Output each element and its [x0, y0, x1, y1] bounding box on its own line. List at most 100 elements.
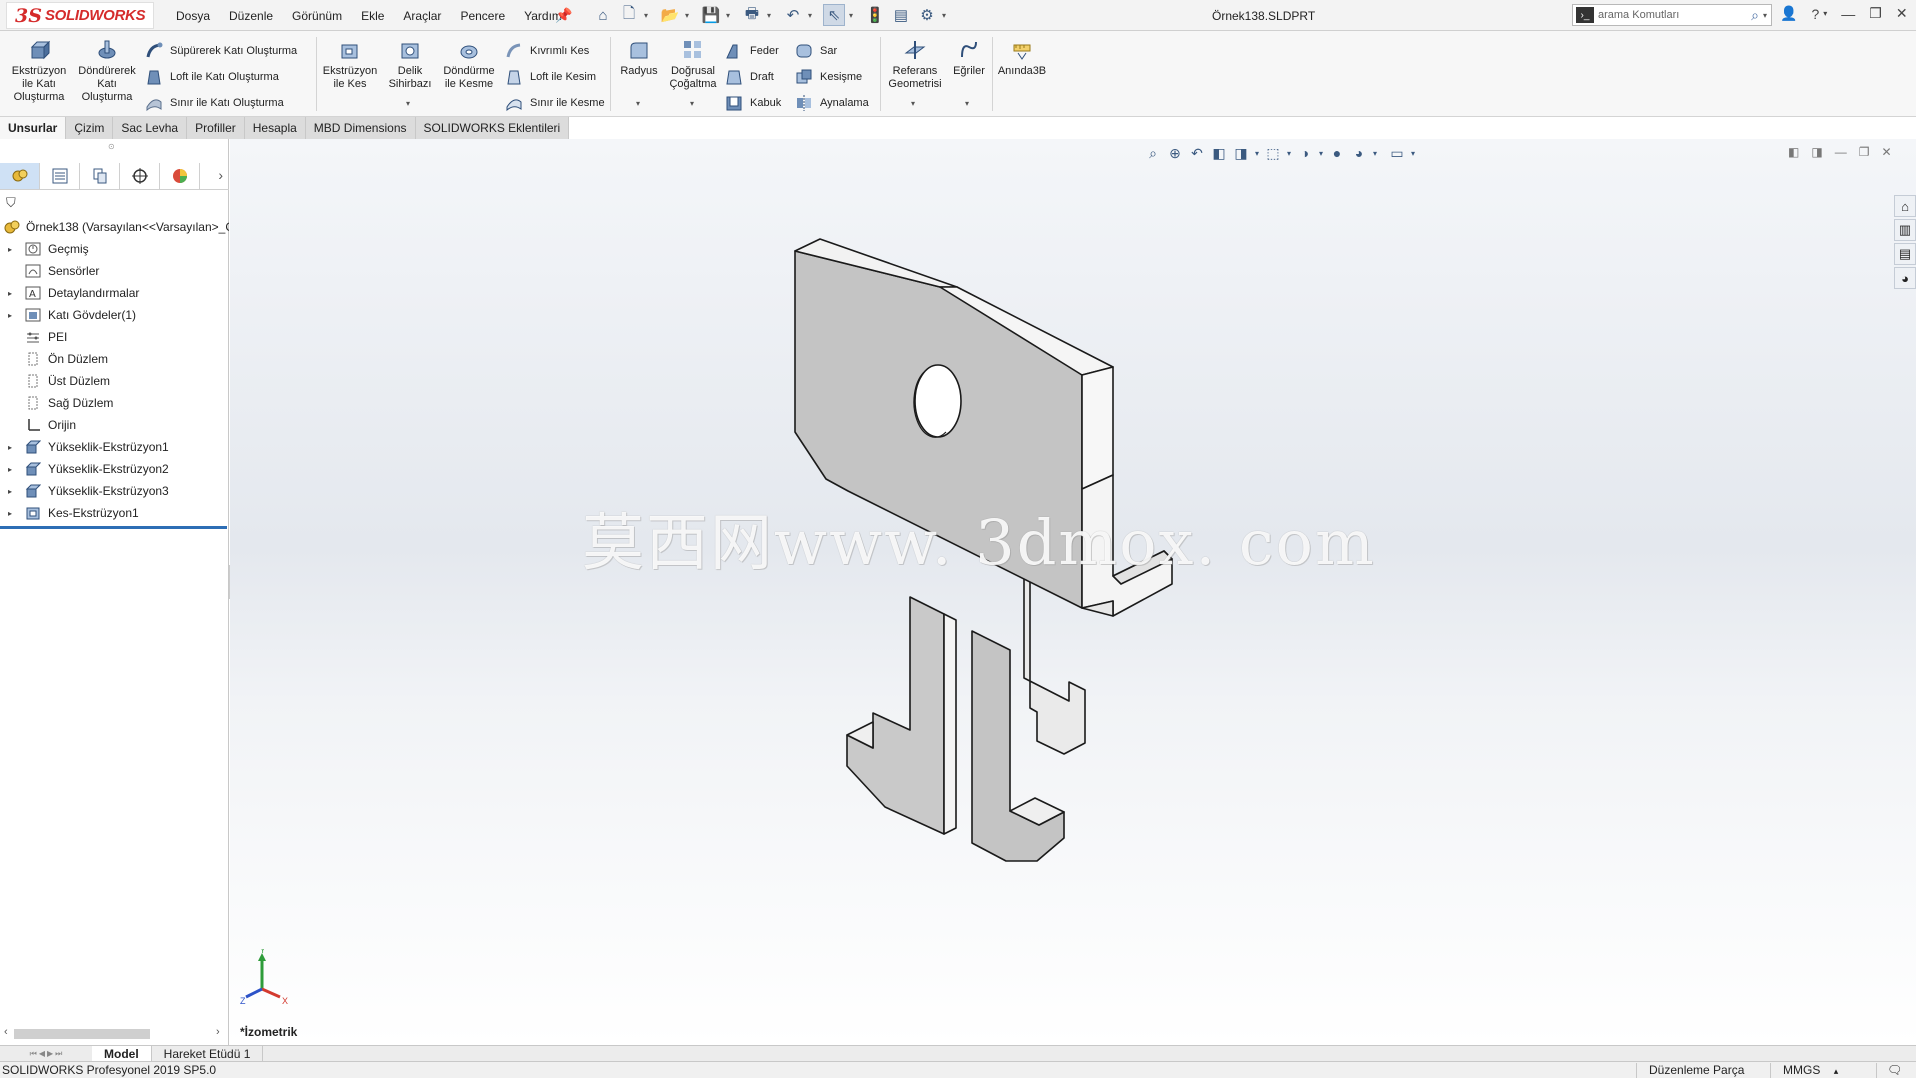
- menu-edit[interactable]: Düzenle: [229, 9, 273, 23]
- print-icon[interactable]: 🖶: [741, 4, 763, 26]
- extrude-boss-button[interactable]: Ekstrüzyon ile Katı Oluşturma: [6, 31, 72, 104]
- swept-boss-button[interactable]: Süpürerek Katı Oluşturma: [144, 40, 297, 62]
- part-model-3d[interactable]: [230, 139, 1916, 1045]
- undo-icon[interactable]: ↶: [782, 4, 804, 26]
- help-dropdown-icon[interactable]: ▾: [1823, 9, 1827, 18]
- next-tab-icon[interactable]: ▶: [47, 1049, 53, 1059]
- tab-evaluate[interactable]: Hesapla: [244, 117, 306, 139]
- tab-model[interactable]: Model: [92, 1045, 152, 1062]
- tree-item-sensors[interactable]: Sensörler: [0, 260, 229, 282]
- swept-cut-button[interactable]: Kıvrımlı Kes: [504, 40, 589, 62]
- panel-horizontal-scrollbar[interactable]: ‹ ›: [0, 1025, 229, 1043]
- tab-sheet-metal[interactable]: Sac Levha: [113, 117, 188, 139]
- curves-dropdown-icon[interactable]: ▾: [965, 99, 969, 108]
- tree-item-origin[interactable]: Orijin: [0, 414, 229, 436]
- menu-file[interactable]: Dosya: [176, 9, 210, 23]
- fillet-dropdown-icon[interactable]: ▾: [636, 99, 640, 108]
- select-cursor-icon[interactable]: ⇖: [823, 4, 845, 26]
- draft-button[interactable]: Draft: [724, 66, 774, 88]
- boundary-cut-button[interactable]: Sınır ile Kesme: [504, 92, 605, 114]
- tree-item-top-plane[interactable]: Üst Düzlem: [0, 370, 229, 392]
- mirror-button[interactable]: Aynalama: [794, 92, 869, 114]
- revolve-cut-button[interactable]: Döndürme ile Kesme: [440, 31, 498, 91]
- reference-geometry-dropdown-icon[interactable]: ▾: [911, 99, 915, 108]
- reference-geometry-button[interactable]: Referans Geometrisi: [884, 31, 946, 91]
- expand-arrow-icon[interactable]: ▸: [4, 509, 16, 518]
- display-manager-tab-icon[interactable]: [160, 162, 200, 189]
- loft-boss-button[interactable]: Loft ile Katı Oluşturma: [144, 66, 279, 88]
- extrude-cut-button[interactable]: Ekstrüzyon ile Kes: [320, 31, 380, 91]
- loft-cut-button[interactable]: Loft ile Kesim: [504, 66, 596, 88]
- expand-arrow-icon[interactable]: ▸: [4, 487, 16, 496]
- new-dropdown-icon[interactable]: ▾: [644, 11, 653, 20]
- menu-window[interactable]: Pencere: [460, 9, 505, 23]
- options-dropdown-icon[interactable]: ▾: [942, 11, 951, 20]
- property-manager-tab-icon[interactable]: [40, 162, 80, 189]
- tree-item-boss-extrude2[interactable]: ▸ Yükseklik-Ekstrüzyon2: [0, 458, 229, 480]
- help-icon[interactable]: ?: [1811, 6, 1819, 22]
- scroll-left-icon[interactable]: ‹: [4, 1026, 8, 1038]
- rollback-bar[interactable]: [0, 526, 227, 529]
- tree-root-part[interactable]: Örnek138 (Varsayılan<<Varsayılan>_G: [0, 216, 229, 238]
- hole-wizard-button[interactable]: Delik Sihirbazı: [382, 31, 438, 91]
- tree-item-right-plane[interactable]: Sağ Düzlem: [0, 392, 229, 414]
- save-icon[interactable]: 💾: [700, 4, 722, 26]
- tree-item-pei[interactable]: PEI: [0, 326, 229, 348]
- fillet-button[interactable]: Radyus: [614, 31, 664, 78]
- curves-button[interactable]: Eğriler: [948, 31, 990, 78]
- solidworks-logo[interactable]: 3S SOLIDWORKS: [6, 2, 154, 29]
- linear-pattern-button[interactable]: Doğrusal Çoğaltma: [666, 31, 720, 91]
- search-icon[interactable]: ⌕: [1751, 7, 1759, 24]
- scroll-right-icon[interactable]: ›: [216, 1026, 220, 1038]
- instant3d-button[interactable]: Anında3B: [996, 31, 1048, 78]
- pin-menu-icon[interactable]: 📌: [555, 7, 572, 24]
- tab-mbd-dimensions[interactable]: MBD Dimensions: [305, 117, 416, 139]
- menu-tools[interactable]: Araçlar: [403, 9, 441, 23]
- chevron-right-icon[interactable]: ›: [218, 167, 223, 183]
- home-icon[interactable]: ⌂: [592, 4, 614, 26]
- tab-features[interactable]: Unsurlar: [0, 117, 67, 139]
- last-tab-icon[interactable]: ⏭: [55, 1049, 62, 1059]
- tab-sketch[interactable]: Çizim: [66, 117, 114, 139]
- minimize-icon[interactable]: —: [1841, 6, 1855, 22]
- tree-item-boss-extrude1[interactable]: ▸ Yükseklik-Ekstrüzyon1: [0, 436, 229, 458]
- search-dropdown-icon[interactable]: ▾: [1763, 11, 1767, 20]
- expand-arrow-icon[interactable]: ▸: [4, 465, 16, 474]
- feature-manager-tab-icon[interactable]: [0, 162, 40, 189]
- save-dropdown-icon[interactable]: ▾: [726, 11, 735, 20]
- tab-solidworks-addins[interactable]: SOLIDWORKS Eklentileri: [415, 117, 570, 139]
- expand-arrow-icon[interactable]: ▸: [4, 443, 16, 452]
- close-icon[interactable]: ✕: [1896, 5, 1908, 22]
- dimxpert-manager-tab-icon[interactable]: [120, 162, 160, 189]
- menu-insert[interactable]: Ekle: [361, 9, 384, 23]
- filter-icon[interactable]: ⛉: [6, 195, 16, 211]
- rebuild-icon[interactable]: 🚦: [864, 4, 886, 26]
- boundary-boss-button[interactable]: Sınır ile Katı Oluşturma: [144, 92, 284, 114]
- options-gear-icon[interactable]: ⚙: [916, 4, 938, 26]
- graphics-area[interactable]: ⌕ ⊕ ↶ ◧ ◨ ▾ ⬚ ▾ ◑ ▾ ● ◕ ▾ ▭ ▾ ◧ ◨ — ❐ ✕ …: [230, 139, 1916, 1045]
- scrollbar-thumb[interactable]: [14, 1029, 150, 1039]
- print-dropdown-icon[interactable]: ▾: [767, 11, 776, 20]
- search-commands-field[interactable]: ›_ arama Komutları ⌕ ▾: [1572, 4, 1772, 26]
- configuration-manager-tab-icon[interactable]: [80, 162, 120, 189]
- unit-system-selector[interactable]: MMGS ▴: [1770, 1063, 1838, 1078]
- tree-item-boss-extrude3[interactable]: ▸ Yükseklik-Ekstrüzyon3: [0, 480, 229, 502]
- first-tab-icon[interactable]: ⏮: [30, 1049, 37, 1059]
- file-properties-icon[interactable]: ▤: [890, 4, 912, 26]
- pattern-dropdown-icon[interactable]: ▾: [690, 99, 694, 108]
- tree-item-front-plane[interactable]: Ön Düzlem: [0, 348, 229, 370]
- tree-item-history[interactable]: ▸ Geçmiş: [0, 238, 229, 260]
- tree-item-solid-bodies[interactable]: ▸ Katı Gövdeler(1): [0, 304, 229, 326]
- user-account-icon[interactable]: 👤: [1780, 5, 1797, 22]
- new-document-icon[interactable]: 🗋: [618, 4, 640, 26]
- rib-button[interactable]: Feder: [724, 40, 779, 62]
- intersect-button[interactable]: Kesişme: [794, 66, 862, 88]
- tree-item-annotations[interactable]: ▸ A Detaylandırmalar: [0, 282, 229, 304]
- restore-icon[interactable]: ❐: [1869, 5, 1882, 22]
- select-dropdown-icon[interactable]: ▾: [849, 11, 858, 20]
- hole-wizard-dropdown-icon[interactable]: ▾: [406, 99, 410, 108]
- menu-view[interactable]: Görünüm: [292, 9, 342, 23]
- wrap-button[interactable]: Sar: [794, 40, 837, 62]
- undo-dropdown-icon[interactable]: ▾: [808, 11, 817, 20]
- open-dropdown-icon[interactable]: ▾: [685, 11, 694, 20]
